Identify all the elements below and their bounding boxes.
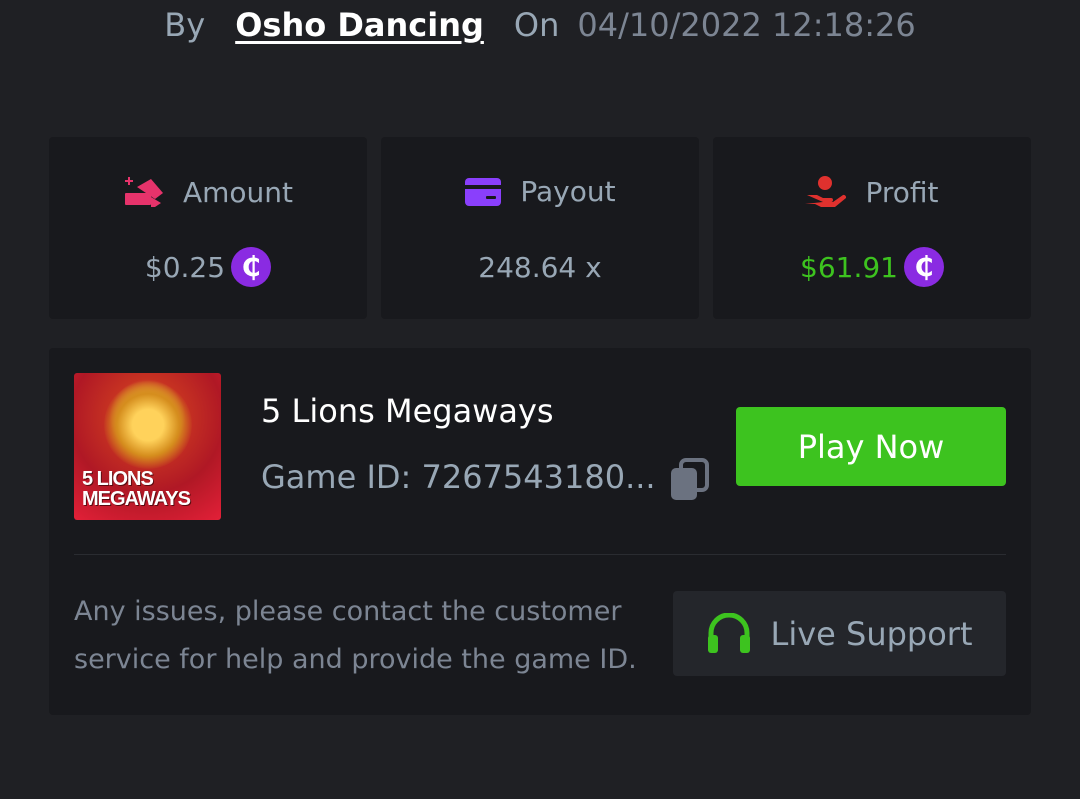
amount-header: Amount — [49, 175, 367, 209]
support-notice: Any issues, please contact the customer … — [74, 596, 637, 675]
profit-hand-icon — [805, 176, 847, 207]
game-thumbnail[interactable]: 5 LIONS MEGAWAYS — [74, 373, 221, 520]
currency-coin-icon: ₵ — [231, 247, 272, 287]
payout-value: 248.64 x — [478, 250, 602, 284]
divider — [74, 554, 1006, 555]
copy-icon[interactable] — [669, 458, 709, 502]
currency-coin-icon: ₵ — [903, 247, 944, 287]
payout-header: Payout — [381, 175, 699, 208]
lion-statue-image — [104, 381, 192, 469]
amount-value: $0.25 — [144, 250, 226, 284]
on-label: On — [513, 6, 560, 44]
by-label: By — [164, 6, 206, 44]
game-id: Game ID: 7267543180... — [261, 458, 656, 496]
amount-label: Amount — [182, 175, 294, 209]
live-support-label: Live Support — [770, 614, 973, 653]
bet-byline: By Osho Dancing On 04/10/2022 12:18:26 — [0, 0, 1080, 50]
bet-datetime: 04/10/2022 12:18:26 — [577, 6, 916, 44]
wager-icon — [124, 177, 163, 207]
amount-card: Amount $0.25 ₵ — [49, 137, 367, 319]
profit-card: Profit $61.91 ₵ — [713, 137, 1031, 319]
profit-value: $61.91 — [800, 250, 898, 284]
payout-label: Payout — [520, 175, 616, 208]
payout-card: Payout 248.64 x — [381, 137, 699, 319]
live-support-button[interactable]: Live Support — [673, 591, 1006, 676]
profit-value-row: $61.91 ₵ — [713, 245, 1031, 289]
game-logo: 5 LIONS MEGAWAYS — [82, 468, 191, 510]
profit-header: Profit — [713, 175, 1031, 209]
profit-label: Profit — [865, 175, 939, 209]
game-logo-line2: MEGAWAYS — [82, 488, 191, 510]
amount-value-row: $0.25 ₵ — [49, 245, 367, 289]
headset-icon — [708, 612, 751, 653]
game-logo-line1: 5 LIONS — [82, 468, 154, 490]
play-now-button[interactable]: Play Now — [736, 407, 1006, 486]
payout-value-row: 248.64 x — [381, 245, 699, 289]
game-title: 5 Lions Megaways — [261, 392, 554, 430]
game-card: 5 LIONS MEGAWAYS 5 Lions Megaways Game I… — [49, 348, 1031, 715]
username-link[interactable]: Osho Dancing — [235, 6, 484, 44]
card-icon — [465, 177, 502, 206]
